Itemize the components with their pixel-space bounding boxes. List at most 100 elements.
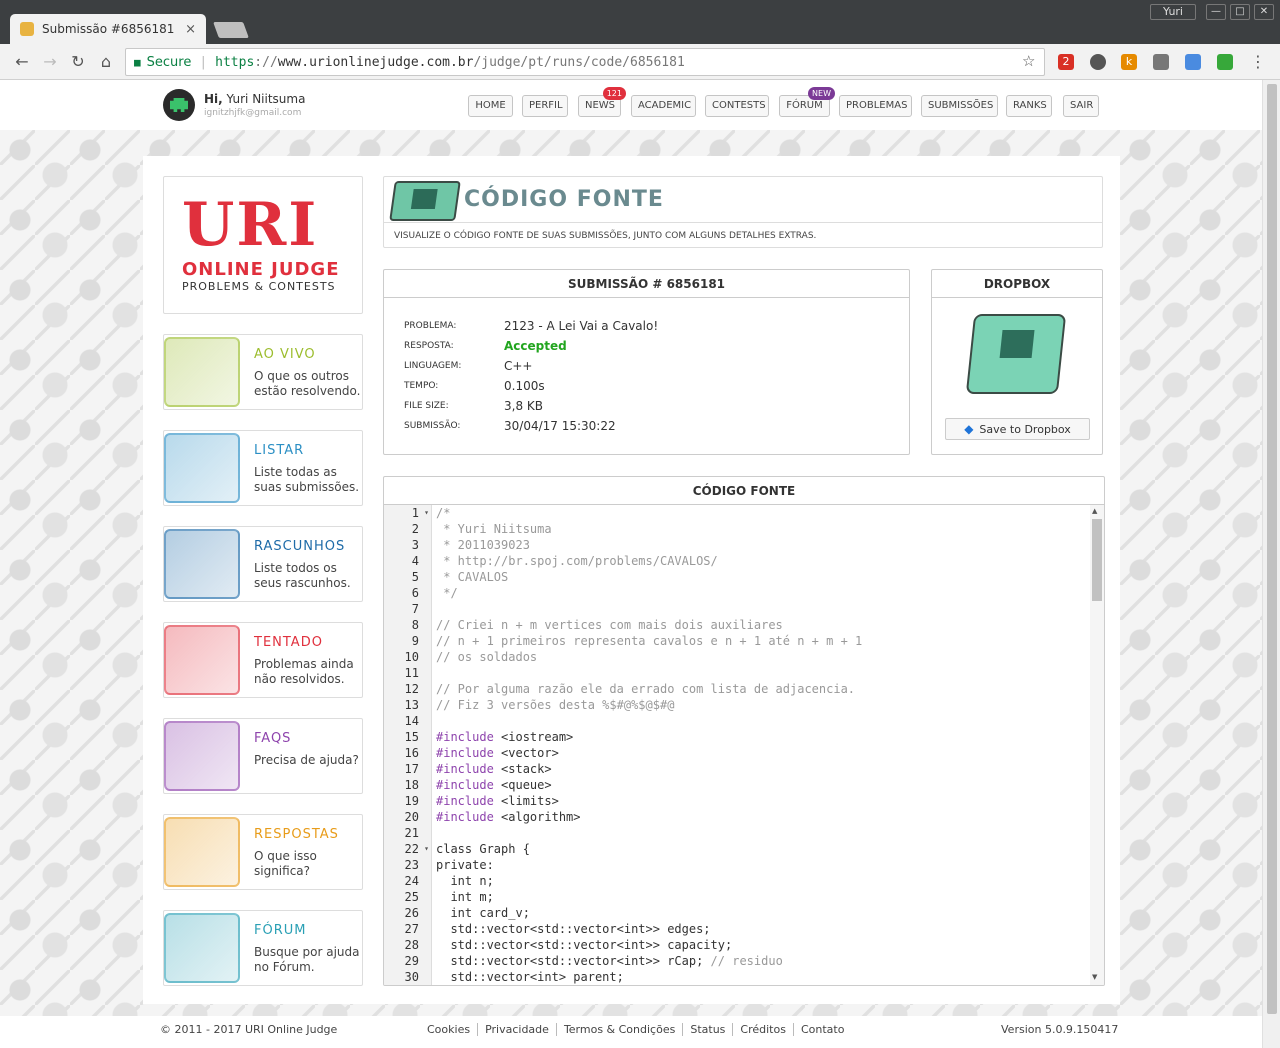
code-text: std::vector<std::vector<int>> rCap; (436, 954, 711, 968)
sidebar-item-desc: Busque por ajuda no Fórum. (254, 945, 360, 974)
tv-icon[interactable] (1217, 54, 1233, 70)
back-icon[interactable]: ← (12, 52, 32, 71)
line-number: 16 (404, 746, 419, 760)
minimize-button[interactable]: — (1206, 4, 1226, 20)
url-scheme: https (215, 54, 255, 70)
submission-field: LINGUAGEM: C++ (404, 358, 533, 374)
browser-menu-icon[interactable]: ⋮ (1248, 52, 1268, 71)
url-separator: :// (254, 54, 278, 70)
gmail-icon[interactable]: 2 (1058, 54, 1074, 70)
menu-item-ranks[interactable]: RANKS (1006, 95, 1052, 117)
menu-item-sair[interactable]: SAIR (1063, 95, 1099, 117)
address-bar[interactable]: ■ Secure | https://www.urionlinejudge.co… (125, 48, 1045, 76)
field-value: C++ (504, 359, 533, 373)
url-host: www.urionlinejudge.com.br (277, 54, 474, 70)
code-line: */ (436, 586, 458, 600)
uri-logo[interactable]: URI ONLINE JUDGE PROBLEMS & CONTESTS (163, 176, 363, 314)
menu-item-label: PROBLEMAS (846, 100, 908, 111)
source-code-heading: CÓDIGO FONTE (384, 477, 1104, 505)
menu-item-news[interactable]: NEWS 121 (578, 87, 626, 117)
page-scrollbar[interactable] (1262, 80, 1280, 1048)
lightbulb-ext-icon[interactable] (1090, 54, 1106, 70)
code-line: std::vector<std::vector<int>> capacity; (436, 938, 733, 952)
menu-item-label: ACADEMIC (638, 100, 692, 111)
line-number: 7 (411, 602, 419, 616)
footer-link-status[interactable]: Status (683, 1023, 734, 1036)
menu-item-academic[interactable]: ACADEMIC (631, 95, 696, 117)
code-line: #include <stack> (436, 761, 1086, 777)
code-scrollbar[interactable]: ▲ ▼ (1090, 505, 1104, 985)
sidebar-item-ao-vivo[interactable]: AO VIVO O que os outros estão resolvendo. (163, 334, 363, 410)
field-value: 3,8 KB (504, 399, 543, 413)
submission-field: TEMPO: 0.100s (404, 378, 545, 394)
dropbox-panel: DROPBOX ◆ Save to Dropbox (931, 269, 1103, 455)
page-title: CÓDIGO FONTE (464, 187, 664, 212)
profile-button[interactable]: Yuri (1150, 4, 1196, 20)
scroll-down-icon[interactable]: ▼ (1092, 973, 1097, 981)
sidebar-item-tentado[interactable]: TENTADO Problemas ainda não resolvidos. (163, 622, 363, 698)
forward-icon[interactable]: → (40, 52, 60, 71)
save-to-dropbox-button[interactable]: ◆ Save to Dropbox (945, 418, 1090, 440)
footer-link-privacidade[interactable]: Privacidade (478, 1023, 557, 1036)
code-line: * 2011039023 (436, 538, 530, 552)
submission-field: FILE SIZE: 3,8 KB (404, 398, 543, 414)
menu-item-home[interactable]: HOME (468, 95, 513, 117)
menu-item-label: SAIR (1070, 100, 1094, 111)
preprocessor: #include (436, 778, 494, 792)
footer-link-cookies[interactable]: Cookies (420, 1023, 479, 1036)
line-number: 10 (404, 650, 419, 664)
sidebar-item-listar[interactable]: LISTAR Liste todas as suas submissões. (163, 430, 363, 506)
line-number: 29 (404, 954, 419, 968)
user-email: ignitzhjfk@gmail.com (204, 108, 302, 118)
k-icon[interactable]: k (1121, 54, 1137, 70)
code-line: // n + 1 primeiros representa cavalos e … (436, 634, 863, 648)
scrollbar-thumb[interactable] (1267, 84, 1277, 1014)
browser-tab[interactable]: Submissão #6856181 × (10, 14, 206, 44)
sidebar-item-respostas[interactable]: RESPOSTAS O que isso significa? (163, 814, 363, 890)
menu-item-submissões[interactable]: SUBMISSÕES (921, 95, 998, 117)
main-content: URI ONLINE JUDGE PROBLEMS & CONTESTS AO … (143, 156, 1120, 1004)
code-editor[interactable]: /* * Yuri Niitsuma * 2011039023 * http:/… (436, 505, 1086, 985)
sidebar-item-desc: Precisa de ajuda? (254, 753, 359, 767)
code-line: #include <vector> (436, 745, 1086, 761)
sidebar-item-fórum[interactable]: FÓRUM Busque por ajuda no Fórum. (163, 910, 363, 986)
line-number: 8 (411, 618, 419, 632)
translate-icon[interactable] (1185, 54, 1201, 70)
line-number: 9 (411, 634, 419, 648)
reload-icon[interactable]: ↻ (68, 52, 88, 71)
footer: © 2011 - 2017 URI Online Judge Cookies Pr… (0, 1016, 1262, 1048)
include-target: <limits> (493, 794, 559, 808)
sidebar-item-faqs[interactable]: FAQS Precisa de ajuda? (163, 718, 363, 794)
line-number: 26 (404, 906, 419, 920)
menu-item-problemas[interactable]: PROBLEMAS (839, 95, 912, 117)
menu-item-perfil[interactable]: PERFIL (522, 95, 568, 117)
sidebar-item-title: LISTAR (254, 443, 305, 458)
page-subtitle: VISUALIZE O CÓDIGO FONTE DE SUAS SUBMISS… (394, 231, 817, 241)
dropbox-logo-icon: ◆ (964, 422, 974, 436)
footer-link-contato[interactable]: Contato (794, 1023, 851, 1036)
menu-item-fórum[interactable]: FÓRUM NEW (779, 87, 835, 117)
save-to-dropbox-label: Save to Dropbox (979, 422, 1071, 436)
home-icon[interactable]: ⌂ (96, 52, 116, 71)
code-line: // os soldados (436, 650, 538, 664)
new-tab-button[interactable] (213, 22, 249, 38)
avatar[interactable] (163, 89, 195, 121)
code-scrollbar-thumb[interactable] (1092, 519, 1102, 601)
include-target: <stack> (493, 762, 552, 776)
bookmark-star-icon[interactable]: ☆ (1022, 52, 1035, 70)
maximize-button[interactable]: □ (1230, 4, 1250, 20)
close-window-button[interactable]: ✕ (1254, 4, 1274, 20)
sidebar-item-title: FAQS (254, 731, 292, 746)
camera-icon[interactable] (1153, 54, 1169, 70)
line-number: 15 (404, 730, 419, 744)
scroll-up-icon[interactable]: ▲ (1092, 507, 1097, 515)
field-key: TEMPO: (404, 381, 439, 391)
submission-panel: SUBMISSÃO # 6856181 PROBLEMA: 2123 - A Le… (383, 269, 910, 455)
sidebar-item-rascunhos[interactable]: RASCUNHOS Liste todos os seus rascunhos. (163, 526, 363, 602)
footer-link-termos-condi-es[interactable]: Termos & Condições (557, 1023, 684, 1036)
menu-item-contests[interactable]: CONTESTS (705, 95, 769, 117)
tab-close-icon[interactable]: × (185, 22, 196, 37)
line-number: 23 (404, 858, 419, 872)
footer-link-cr-ditos[interactable]: Créditos (733, 1023, 794, 1036)
lock-icon: ■ (134, 55, 141, 69)
